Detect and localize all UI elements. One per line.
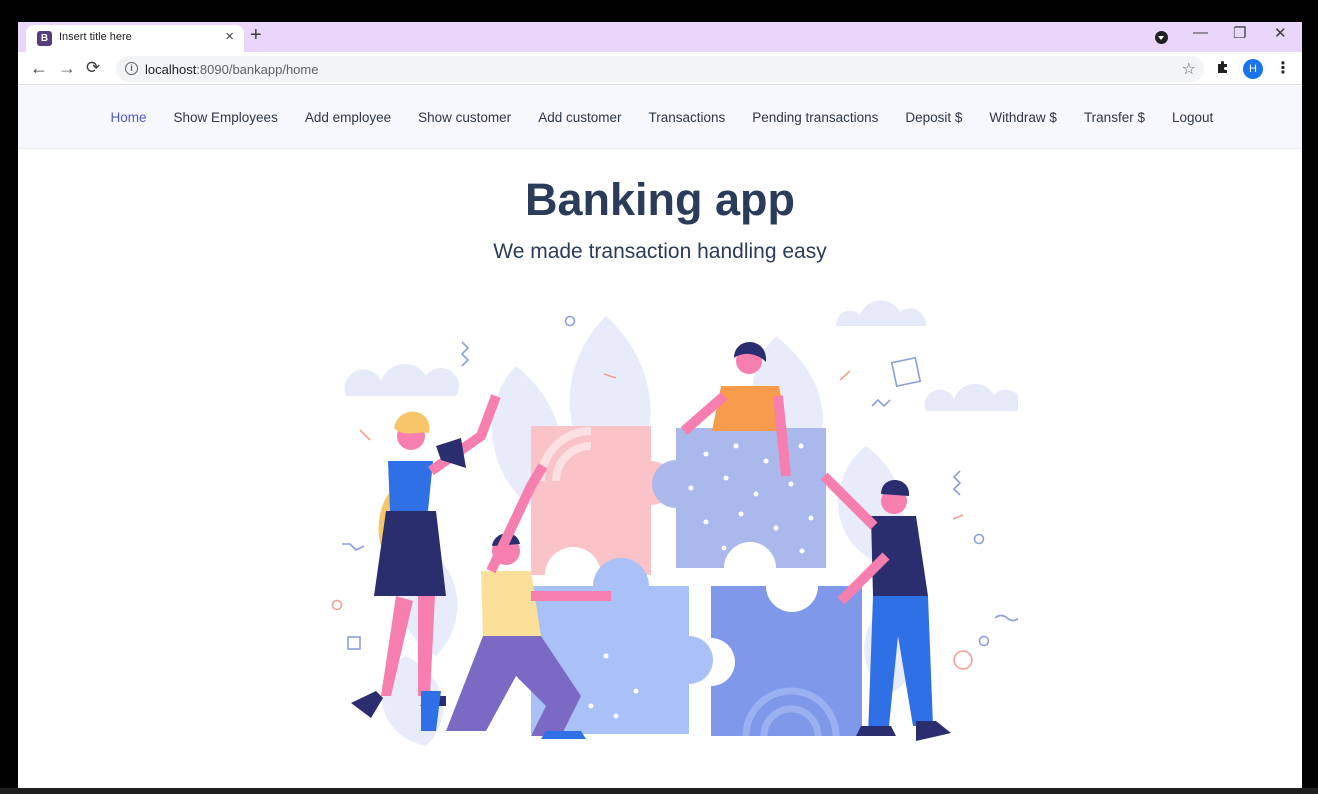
back-arrow-icon[interactable]: ← bbox=[30, 57, 48, 79]
url-text[interactable]: localhost:8090/bankapp/home bbox=[145, 62, 318, 77]
browser-tab[interactable]: B Insert title here × bbox=[26, 25, 244, 52]
nav-transactions[interactable]: Transactions bbox=[635, 110, 739, 125]
profile-menu-icon[interactable] bbox=[1155, 31, 1168, 44]
kebab-menu-icon[interactable]: ⋮ bbox=[1275, 58, 1291, 78]
nav-show-employees[interactable]: Show Employees bbox=[160, 110, 291, 125]
top-navbar: Home Show Employees Add employee Show cu… bbox=[18, 86, 1302, 149]
browser-window: B Insert title here × + — ❐ ✕ ← → ⟳ i lo… bbox=[18, 22, 1302, 794]
nav-withdraw[interactable]: Withdraw $ bbox=[976, 110, 1071, 125]
puzzle-icon[interactable] bbox=[1216, 60, 1230, 74]
new-tab-button[interactable]: + bbox=[250, 24, 262, 47]
nav-transfer[interactable]: Transfer $ bbox=[1070, 110, 1158, 125]
taskbar-strip bbox=[0, 788, 1318, 794]
page-content: Home Show Employees Add employee Show cu… bbox=[18, 86, 1302, 794]
teamwork-puzzle-illustration bbox=[331, 300, 1018, 746]
nav-home[interactable]: Home bbox=[97, 110, 160, 125]
window-close-icon[interactable]: ✕ bbox=[1274, 24, 1287, 42]
tab-title: Insert title here bbox=[59, 31, 132, 43]
star-icon[interactable]: ☆ bbox=[1182, 59, 1196, 79]
restore-icon[interactable]: ❐ bbox=[1233, 24, 1246, 42]
url-host: localhost bbox=[145, 62, 197, 77]
hero-title: Banking app bbox=[524, 174, 796, 225]
browser-toolbar: ← → ⟳ i localhost:8090/bankapp/home ☆ H … bbox=[18, 52, 1302, 85]
nav-logout[interactable]: Logout bbox=[1158, 110, 1226, 125]
info-icon[interactable]: i bbox=[125, 62, 138, 75]
nav-add-employee[interactable]: Add employee bbox=[291, 110, 404, 125]
nav-show-customer[interactable]: Show customer bbox=[405, 110, 525, 125]
address-bar[interactable]: i localhost:8090/bankapp/home ☆ bbox=[116, 56, 1204, 82]
reload-icon[interactable]: ⟳ bbox=[86, 57, 100, 79]
nav-pending-transactions[interactable]: Pending transactions bbox=[739, 110, 892, 125]
puzzle-pieces bbox=[531, 426, 862, 737]
forward-arrow-icon[interactable]: → bbox=[58, 57, 76, 79]
nav-deposit[interactable]: Deposit $ bbox=[892, 110, 976, 125]
profile-avatar[interactable]: H bbox=[1243, 59, 1263, 79]
bootstrap-favicon-icon: B bbox=[37, 31, 52, 46]
nav-add-customer[interactable]: Add customer bbox=[525, 110, 635, 125]
hero-subtitle: We made transaction handling easy bbox=[493, 240, 827, 263]
clouds bbox=[344, 300, 1018, 411]
minimize-icon[interactable]: — bbox=[1193, 24, 1208, 41]
url-path: :8090/bankapp/home bbox=[196, 62, 319, 77]
tab-strip: B Insert title here × + — ❐ ✕ bbox=[18, 22, 1302, 52]
tab-close-icon[interactable]: × bbox=[225, 28, 234, 45]
